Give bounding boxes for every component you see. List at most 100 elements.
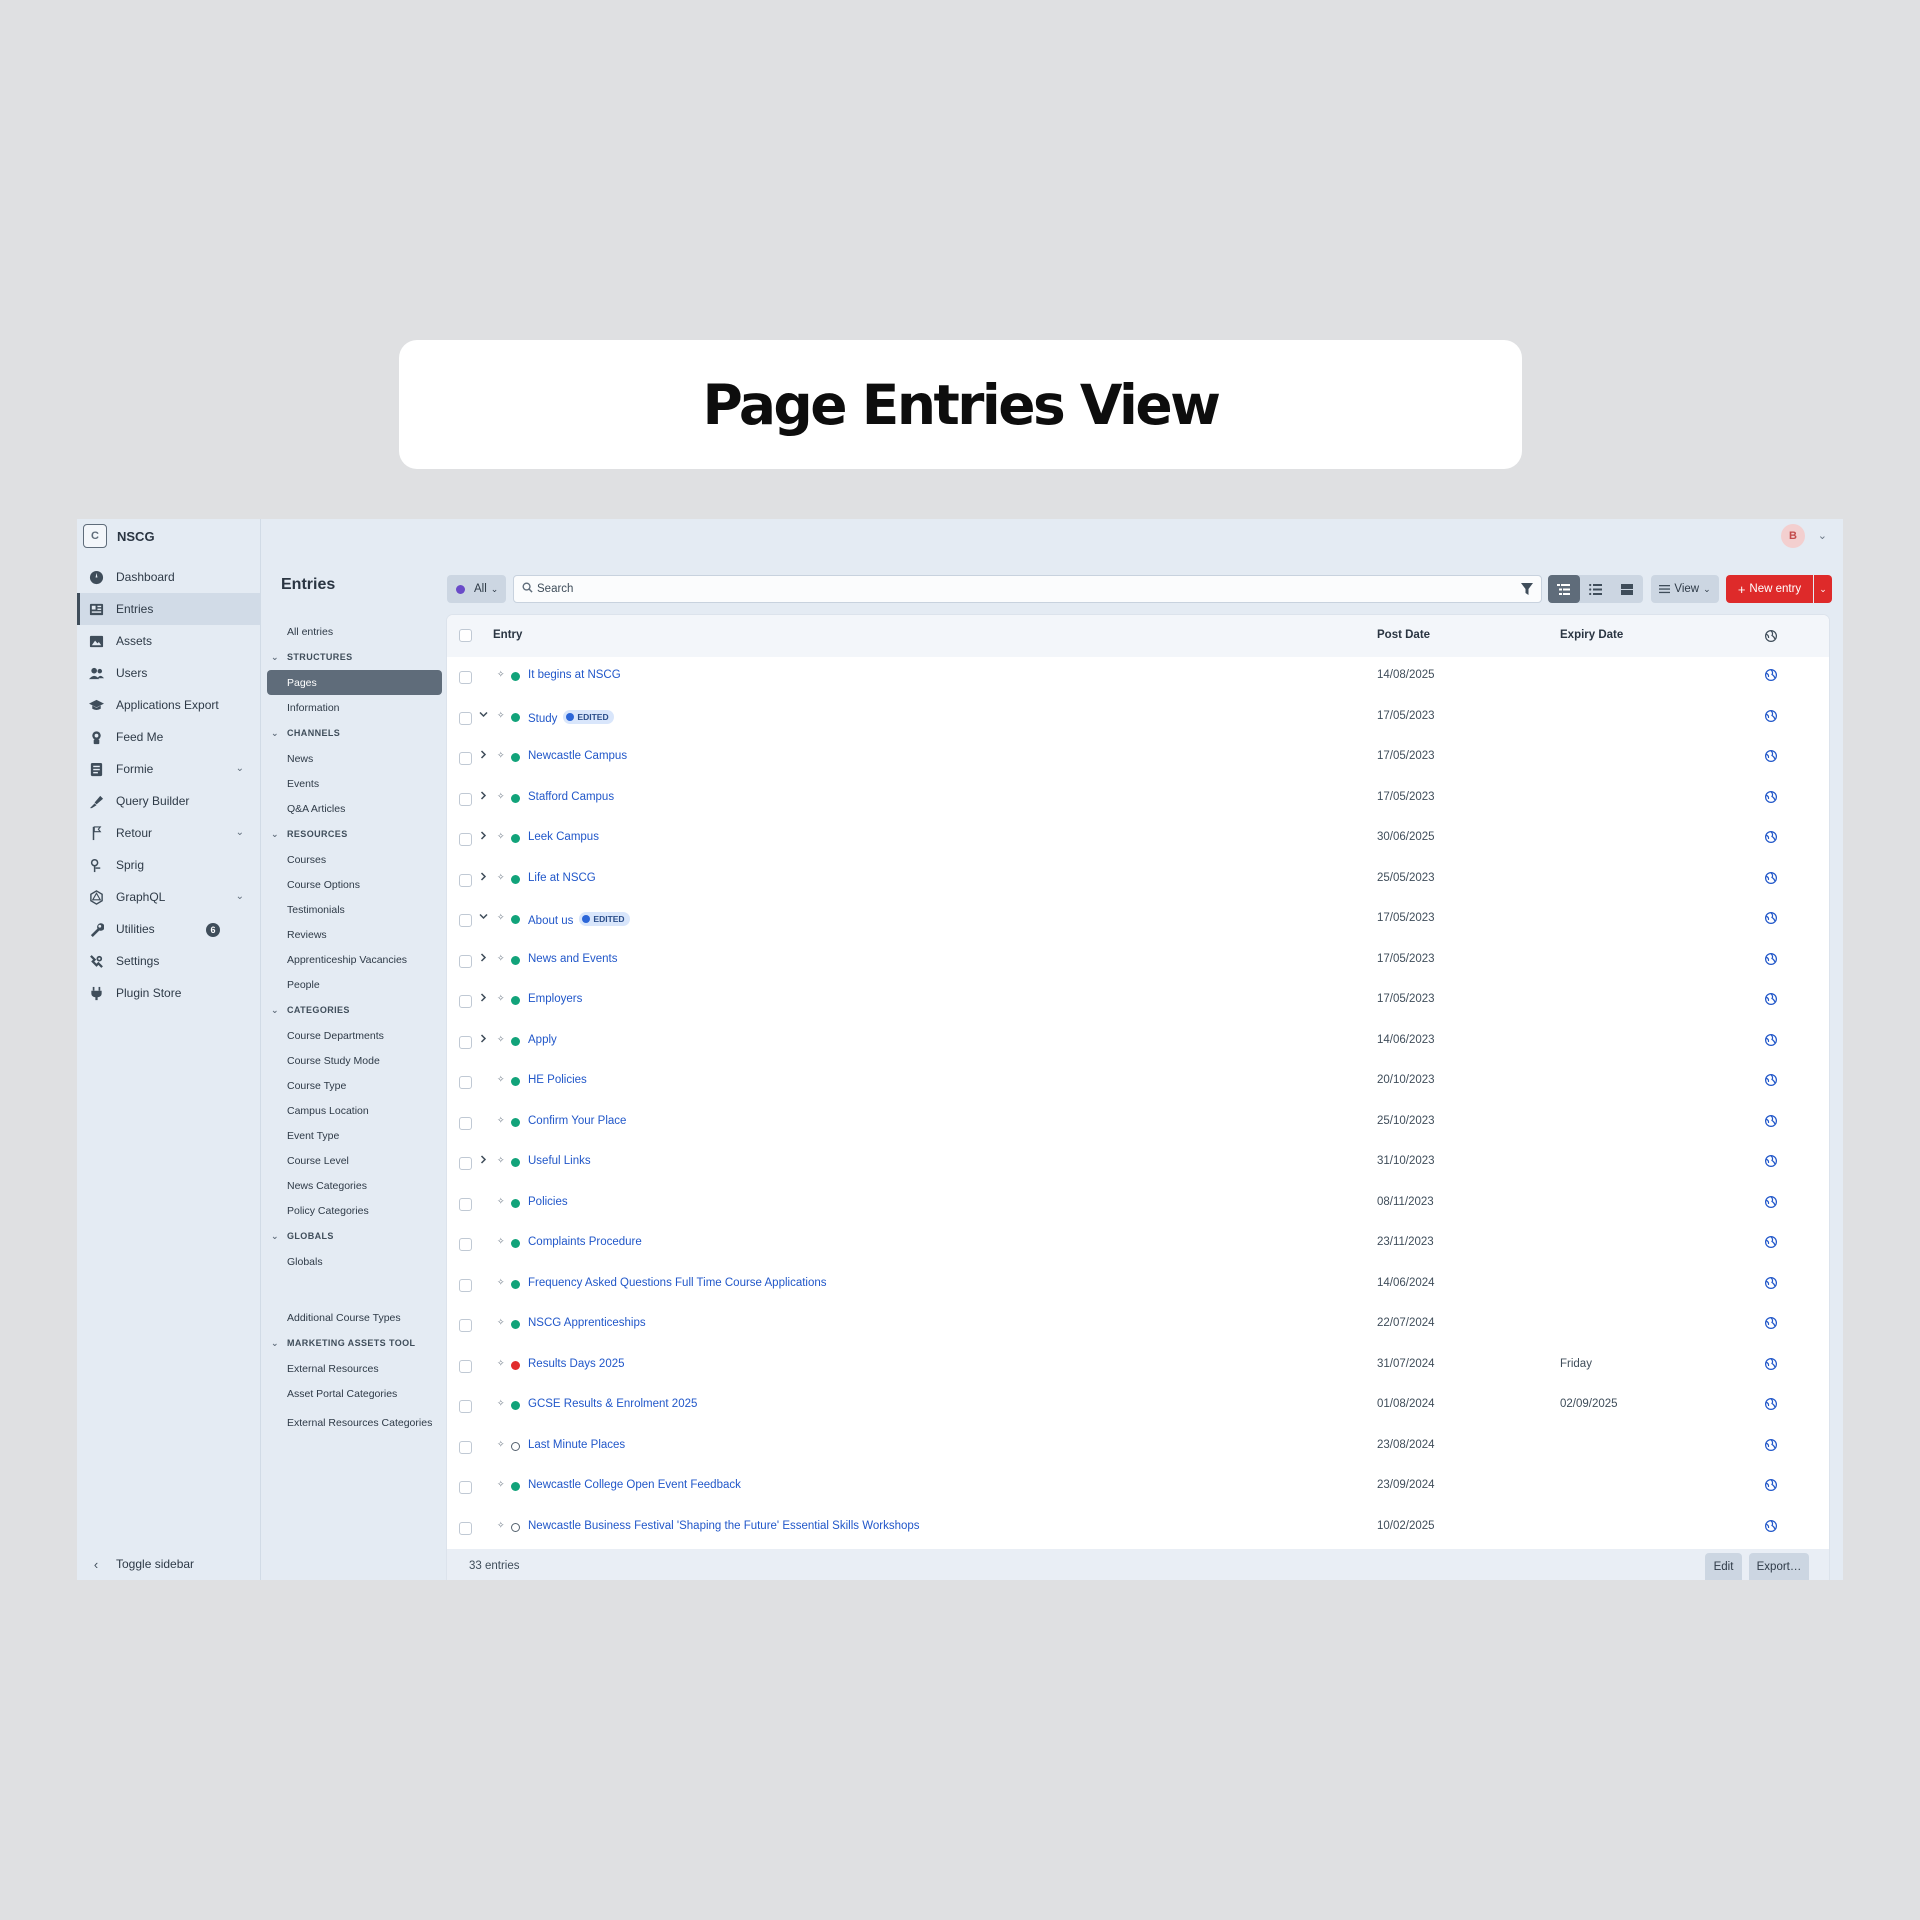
source-course-level[interactable]: Course Level bbox=[267, 1148, 442, 1173]
user-avatar[interactable]: B bbox=[1781, 524, 1805, 548]
source-reviews[interactable]: Reviews bbox=[267, 922, 442, 947]
row-checkbox[interactable] bbox=[459, 873, 472, 887]
nav-item-feed-me[interactable]: Feed Me bbox=[77, 721, 260, 753]
move-handle-icon[interactable]: ✧ bbox=[497, 1520, 505, 1531]
move-handle-icon[interactable]: ✧ bbox=[497, 1155, 505, 1166]
move-handle-icon[interactable]: ✧ bbox=[497, 912, 505, 923]
chevron-right-icon[interactable] bbox=[477, 1033, 489, 1046]
source-testimonials[interactable]: Testimonials bbox=[267, 897, 442, 922]
move-handle-icon[interactable]: ✧ bbox=[497, 1277, 505, 1288]
entry-title-link[interactable]: News and Events bbox=[528, 953, 618, 965]
source-information[interactable]: Information bbox=[267, 695, 442, 720]
row-checkbox[interactable] bbox=[459, 1035, 472, 1049]
chevron-down-icon[interactable]: ⌄ bbox=[236, 891, 244, 902]
globe-icon[interactable] bbox=[1765, 1236, 1777, 1248]
globe-icon[interactable] bbox=[1765, 750, 1777, 762]
row-checkbox[interactable] bbox=[459, 671, 472, 684]
globe-icon[interactable] bbox=[1765, 1276, 1777, 1289]
chevron-down-icon[interactable] bbox=[477, 912, 489, 923]
edit-button[interactable]: Edit bbox=[1705, 1553, 1742, 1580]
site-header[interactable]: C NSCG bbox=[77, 519, 260, 553]
source-globals[interactable]: Globals bbox=[267, 1249, 442, 1274]
globe-icon[interactable] bbox=[1765, 1398, 1777, 1410]
nav-item-sprig[interactable]: Sprig bbox=[77, 849, 260, 881]
entry-title-link[interactable]: Study EDITED bbox=[528, 709, 614, 725]
nav-item-dashboard[interactable]: Dashboard bbox=[77, 561, 260, 593]
row-checkbox[interactable] bbox=[459, 1400, 472, 1413]
entry-title-link[interactable]: Results Days 2025 bbox=[528, 1358, 625, 1370]
row-checkbox[interactable] bbox=[459, 792, 472, 806]
nav-item-settings[interactable]: Settings bbox=[77, 945, 260, 977]
source-policy-categories[interactable]: Policy Categories bbox=[267, 1198, 442, 1223]
row-checkbox[interactable] bbox=[459, 995, 472, 1008]
globe-icon[interactable] bbox=[1765, 912, 1777, 924]
nav-item-entries[interactable]: Entries bbox=[77, 593, 260, 625]
entry-title-link[interactable]: Complaints Procedure bbox=[528, 1236, 642, 1248]
entry-title-link[interactable]: Life at NSCG bbox=[528, 872, 596, 884]
source-people[interactable]: People bbox=[267, 972, 442, 997]
chevron-right-icon[interactable] bbox=[477, 952, 489, 965]
chevron-right-icon[interactable] bbox=[477, 790, 489, 803]
source-news-categories[interactable]: News Categories bbox=[267, 1173, 442, 1198]
select-all-checkbox[interactable] bbox=[459, 629, 472, 642]
move-handle-icon[interactable]: ✧ bbox=[497, 1236, 505, 1247]
source-course-departments[interactable]: Course Departments bbox=[267, 1023, 442, 1048]
source-asset-portal-categories[interactable]: Asset Portal Categories bbox=[267, 1381, 442, 1406]
row-checkbox[interactable] bbox=[459, 1076, 472, 1089]
chevron-right-icon[interactable] bbox=[477, 993, 489, 1005]
source-course-type[interactable]: Course Type bbox=[267, 1073, 442, 1098]
chevron-down-icon[interactable]: ⌄ bbox=[1818, 529, 1827, 542]
chevron-right-icon[interactable] bbox=[477, 1155, 489, 1167]
search-input[interactable]: Search bbox=[513, 575, 1542, 603]
row-checkbox[interactable] bbox=[459, 833, 472, 846]
source-external-resources[interactable]: External Resources bbox=[267, 1356, 442, 1381]
view-settings-button[interactable]: View ⌄ bbox=[1651, 575, 1719, 603]
move-handle-icon[interactable]: ✧ bbox=[497, 1074, 505, 1085]
entry-title-link[interactable]: Last Minute Places bbox=[528, 1439, 625, 1451]
nav-item-plugin-store[interactable]: Plugin Store bbox=[77, 977, 260, 1009]
globe-icon[interactable] bbox=[1765, 993, 1777, 1005]
list-view-button[interactable] bbox=[1580, 575, 1612, 603]
globe-icon[interactable] bbox=[1765, 1114, 1777, 1127]
row-checkbox[interactable] bbox=[459, 954, 472, 968]
chevron-down-icon[interactable]: ⌄ bbox=[236, 827, 244, 838]
source-group-heading[interactable]: ⌄ CHANNELS bbox=[267, 720, 442, 746]
card-view-button[interactable] bbox=[1611, 575, 1643, 603]
entry-title-link[interactable]: Leek Campus bbox=[528, 831, 599, 843]
entry-title-link[interactable]: Newcastle Campus bbox=[528, 750, 627, 762]
globe-icon[interactable] bbox=[1765, 1074, 1777, 1086]
chevron-right-icon[interactable] bbox=[477, 750, 489, 762]
entry-title-link[interactable]: It begins at NSCG bbox=[528, 669, 621, 681]
move-handle-icon[interactable]: ✧ bbox=[497, 1358, 505, 1369]
globe-icon[interactable] bbox=[1765, 790, 1777, 803]
entry-title-link[interactable]: GCSE Results & Enrolment 2025 bbox=[528, 1398, 697, 1410]
entry-title-link[interactable]: Newcastle Business Festival 'Shaping the… bbox=[528, 1520, 920, 1532]
nav-item-query-builder[interactable]: Query Builder bbox=[77, 785, 260, 817]
chevron-right-icon[interactable] bbox=[477, 871, 489, 884]
nav-item-formie[interactable]: Formie ⌄ bbox=[77, 753, 260, 785]
move-handle-icon[interactable]: ✧ bbox=[497, 1398, 505, 1409]
source-additional-course-types[interactable]: Additional Course Types bbox=[267, 1305, 442, 1330]
source-campus-location[interactable]: Campus Location bbox=[267, 1098, 442, 1123]
source-course-options[interactable]: Course Options bbox=[267, 872, 442, 897]
source-group-heading[interactable]: ⌄ GLOBALS bbox=[267, 1223, 442, 1249]
export-button[interactable]: Export… bbox=[1749, 1553, 1809, 1580]
globe-icon[interactable] bbox=[1765, 1195, 1777, 1208]
row-checkbox[interactable] bbox=[459, 711, 472, 725]
entry-title-link[interactable]: Apply bbox=[528, 1034, 557, 1046]
column-entry[interactable]: Entry bbox=[493, 629, 522, 641]
source-course-study-mode[interactable]: Course Study Mode bbox=[267, 1048, 442, 1073]
new-entry-button[interactable]: + New entry bbox=[1726, 575, 1813, 603]
source-group-heading[interactable]: ⌄ MARKETING ASSETS TOOL bbox=[267, 1330, 442, 1356]
globe-icon[interactable] bbox=[1765, 1438, 1777, 1451]
move-handle-icon[interactable]: ✧ bbox=[497, 831, 505, 842]
column-post-date[interactable]: Post Date bbox=[1377, 629, 1430, 641]
globe-icon[interactable] bbox=[1765, 1357, 1777, 1370]
move-handle-icon[interactable]: ✧ bbox=[497, 1196, 505, 1207]
row-checkbox[interactable] bbox=[459, 1238, 472, 1251]
move-handle-icon[interactable]: ✧ bbox=[497, 669, 505, 680]
entry-title-link[interactable]: NSCG Apprenticeships bbox=[528, 1317, 646, 1329]
nav-item-retour[interactable]: Retour ⌄ bbox=[77, 817, 260, 849]
structure-view-button[interactable] bbox=[1548, 575, 1580, 603]
source-q-a-articles[interactable]: Q&A Articles bbox=[267, 796, 442, 821]
